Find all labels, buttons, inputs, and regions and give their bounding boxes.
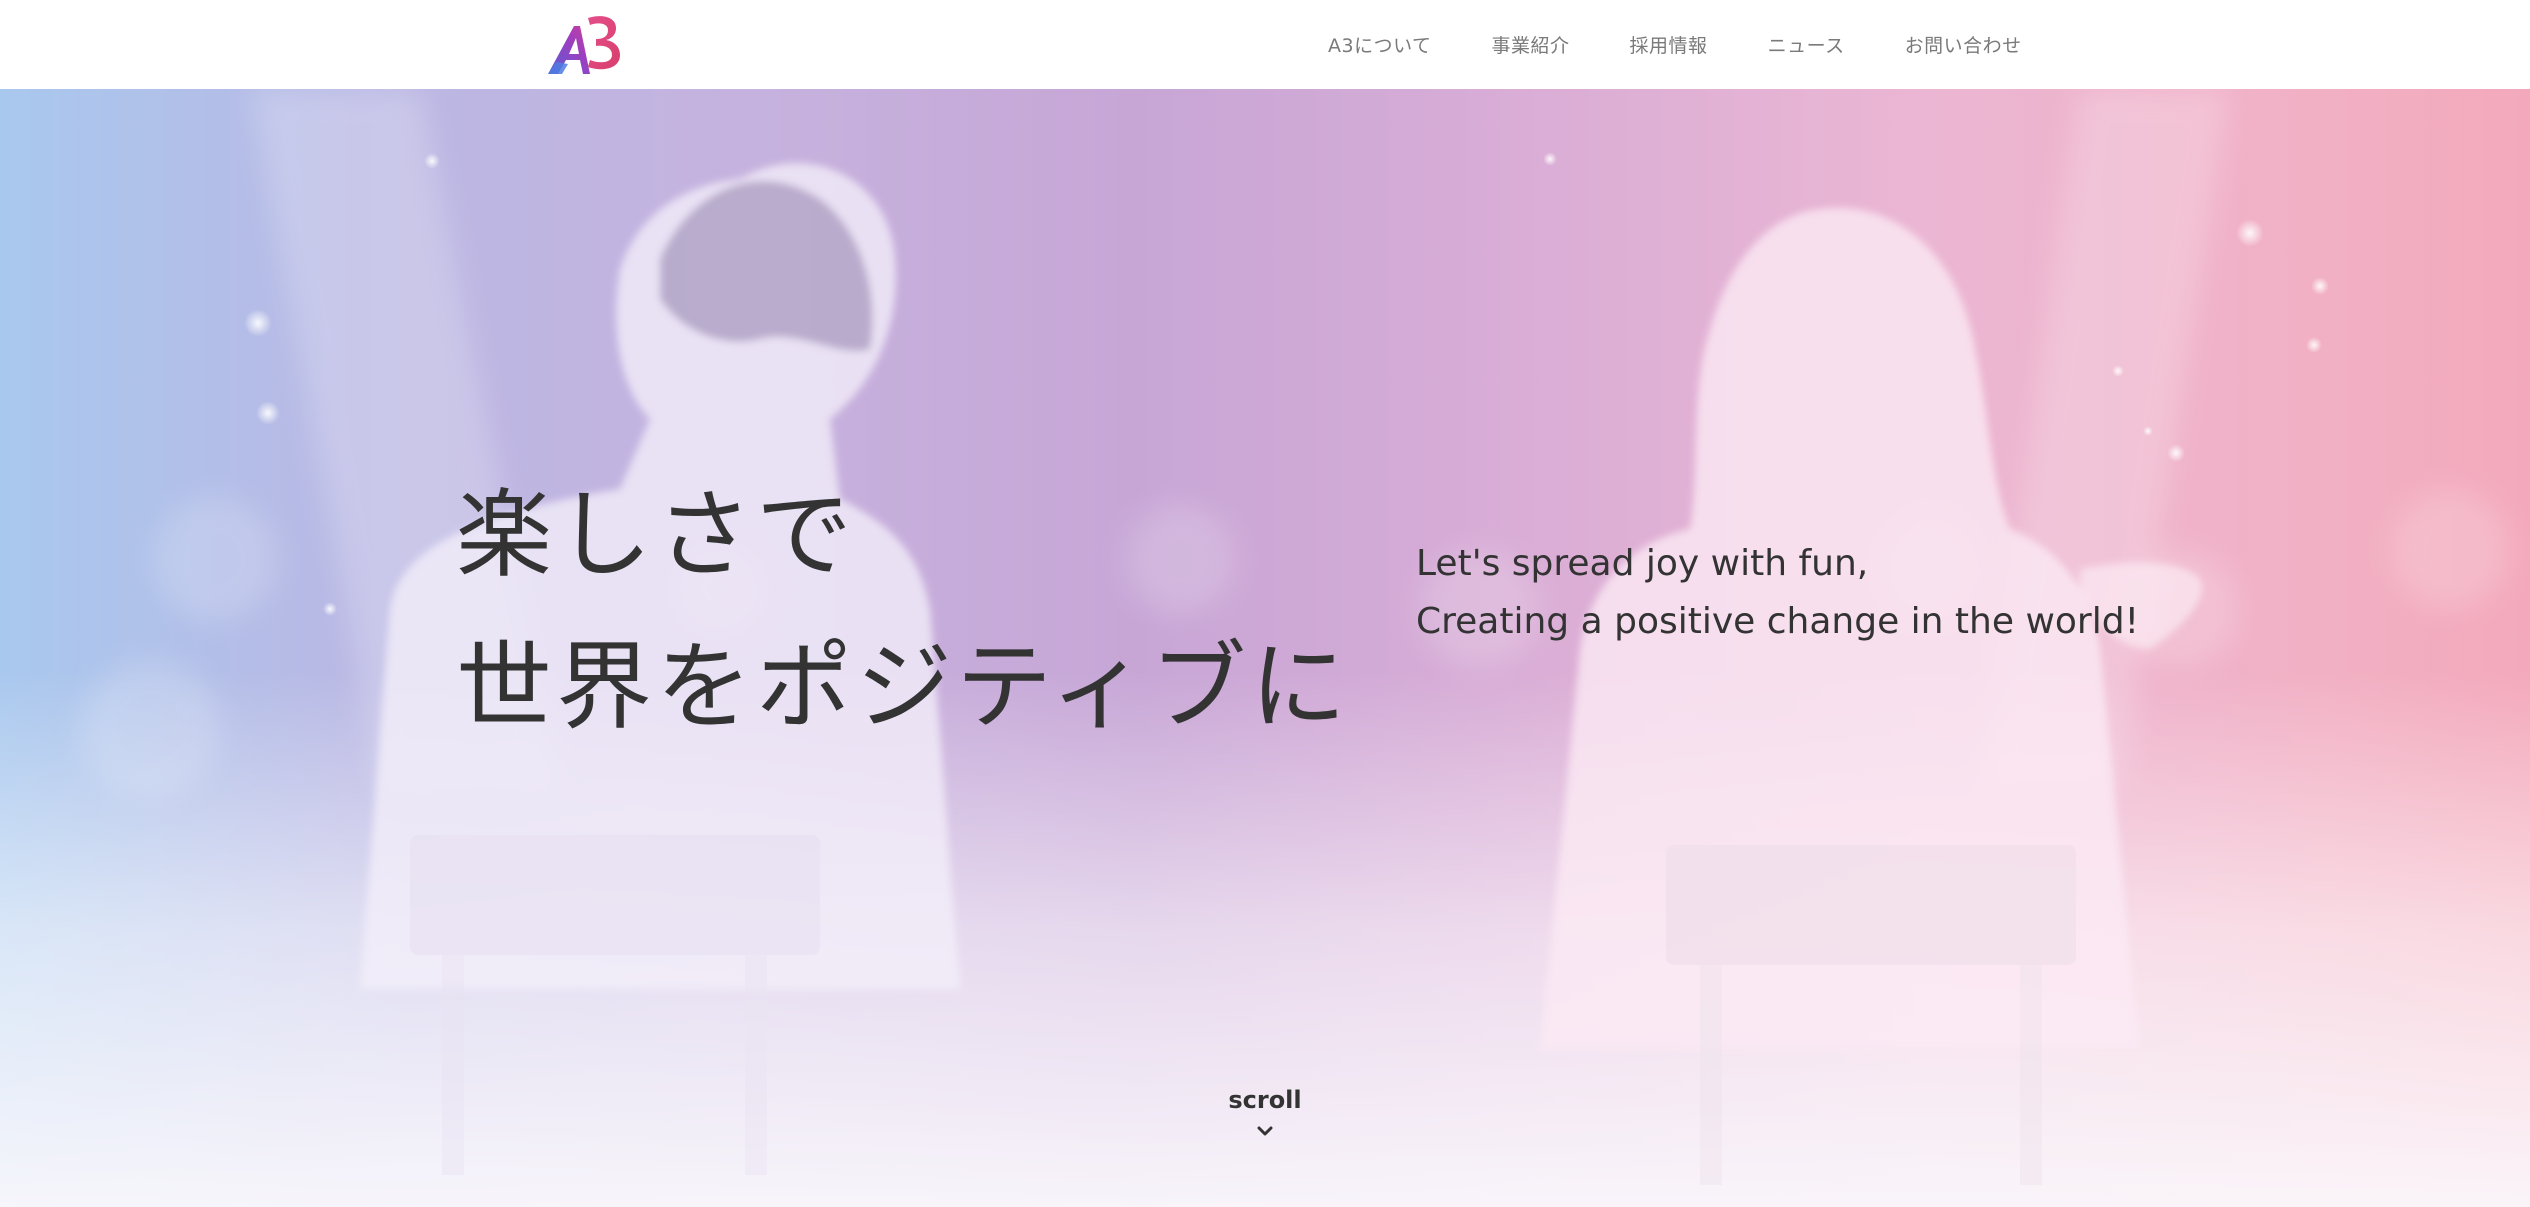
nav-link-recruit[interactable]: 採用情報 <box>1630 31 1708 58</box>
nav-link-business[interactable]: 事業紹介 <box>1492 31 1570 58</box>
hero-headline-line1: 楽しさで <box>456 479 856 591</box>
hero-tagline-line2: Creating a positive change in the world! <box>1416 601 2140 642</box>
chevron-down-icon <box>1257 1126 1273 1136</box>
hero-headline: 楽しさで 世界をポジティブに <box>456 459 1350 763</box>
a3-logo[interactable] <box>544 12 624 80</box>
page: A3について 事業紹介 採用情報 ニュース お問い合わせ 楽しさで 世界をポジテ… <box>0 0 2530 1207</box>
site-header: A3について 事業紹介 採用情報 ニュース お問い合わせ <box>0 0 2530 89</box>
scroll-label: scroll <box>1228 1086 1302 1114</box>
nav-link-news[interactable]: ニュース <box>1768 31 1845 58</box>
scroll-indicator[interactable]: scroll <box>1200 1086 1330 1138</box>
hero-section: 楽しさで 世界をポジティブに Let's spread joy with fun… <box>0 89 2530 1207</box>
hero-headline-line2: 世界をポジティブに <box>456 631 1351 743</box>
hero-tagline: Let's spread joy with fun, Creating a po… <box>1416 535 2139 651</box>
hero-tagline-line1: Let's spread joy with fun, <box>1416 543 1869 584</box>
main-nav: A3について 事業紹介 採用情報 ニュース お問い合わせ <box>1328 0 2022 89</box>
nav-link-contact[interactable]: お問い合わせ <box>1905 31 2022 58</box>
nav-link-about[interactable]: A3について <box>1328 31 1432 58</box>
